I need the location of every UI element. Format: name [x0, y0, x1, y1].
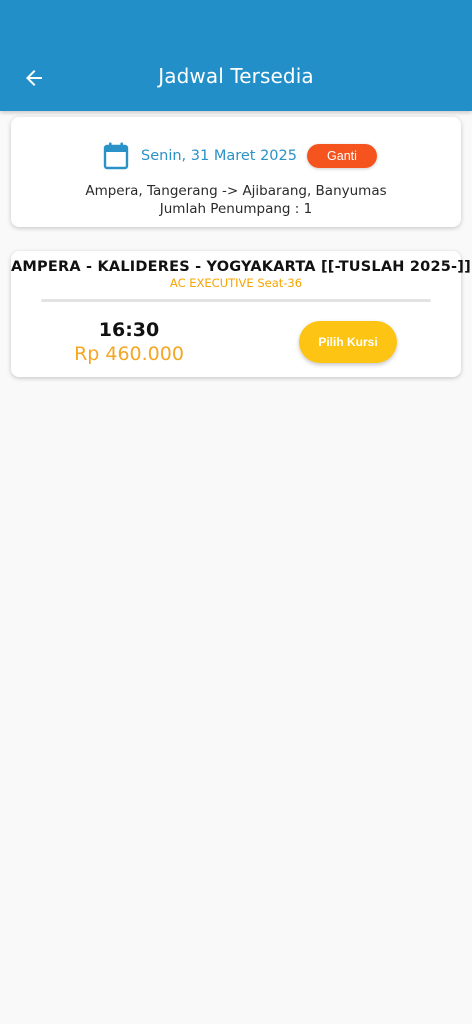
calendar-icon — [103, 142, 129, 170]
divider — [41, 299, 431, 302]
page-title: Jadwal Tersedia — [158, 64, 314, 88]
search-summary-card: Senin, 31 Maret 2025 Ganti Ampera, Tange… — [11, 117, 461, 227]
schedule-route-name: AMPERA - KALIDERES - YOGYAKARTA [[-TUSLA… — [11, 259, 471, 275]
schedule-bus-class: AC EXECUTIVE Seat-36 — [169, 276, 303, 290]
change-date-button[interactable]: Ganti — [306, 144, 377, 168]
passenger-count: Jumlah Penumpang : 1 — [159, 201, 313, 217]
ticket-price: Rp 460.000 — [74, 343, 184, 365]
departure-time: 16:30 — [98, 319, 160, 341]
date-row: Senin, 31 Maret 2025 Ganti — [11, 141, 461, 171]
schedule-card: AMPERA - KALIDERES - YOGYAKARTA [[-TUSLA… — [11, 251, 471, 377]
selected-date: Senin, 31 Maret 2025 — [141, 148, 297, 164]
route-summary: Ampera, Tangerang -> Ajibarang, Banyumas — [85, 183, 387, 199]
app-bar: Jadwal Tersedia — [0, 0, 472, 111]
select-seat-button[interactable]: Pilih Kursi — [299, 321, 397, 363]
